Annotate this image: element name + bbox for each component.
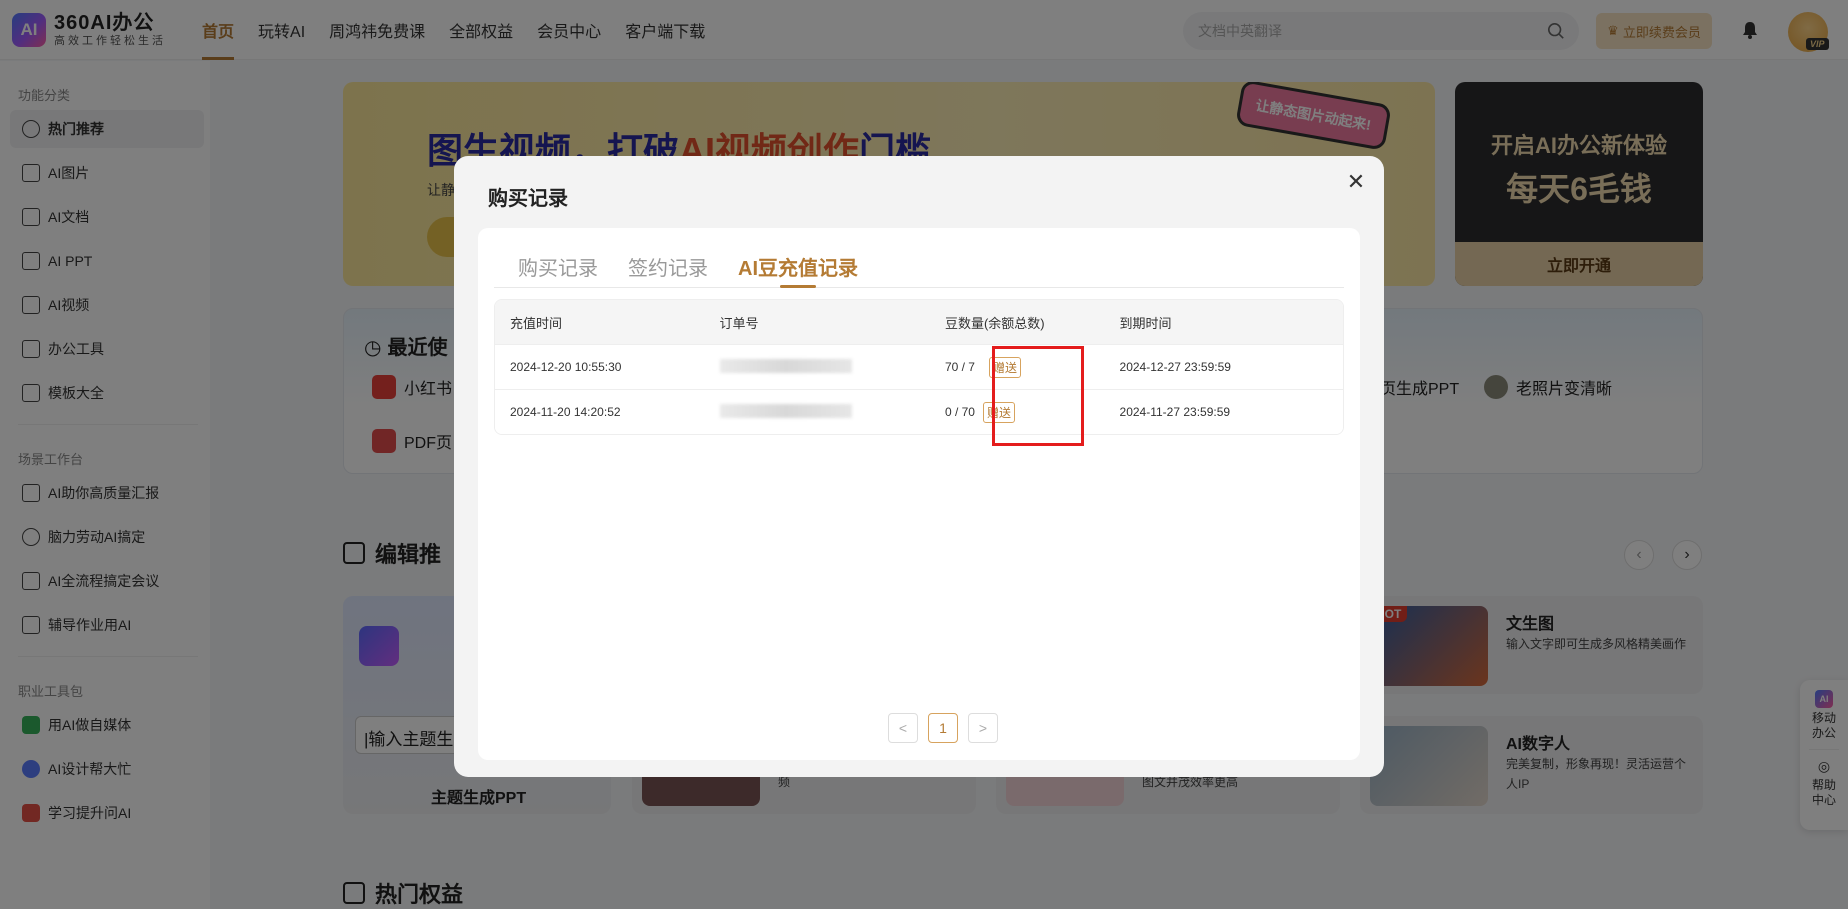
cell-amount: 70 / 7	[944, 360, 975, 374]
purchase-records-modal: 购买记录 ✕ 购买记录 签约记录 AI豆充值记录 充值时间 订单号 豆数量(余额…	[454, 156, 1384, 777]
record-tabs: 购买记录 签约记录 AI豆充值记录	[494, 228, 1344, 288]
tab-purchase-records[interactable]: 购买记录	[518, 252, 598, 287]
modal-title: 购买记录	[488, 188, 568, 210]
col-recharge-time: 充值时间	[510, 315, 563, 331]
cell-expire: 2024-11-27 23:59:59	[1119, 405, 1231, 419]
modal-body: 购买记录 签约记录 AI豆充值记录 充值时间 订单号 豆数量(余额总数) 到期时…	[478, 228, 1360, 760]
cell-order-blurred	[719, 403, 852, 418]
cell-expire: 2024-12-27 23:59:59	[1119, 360, 1231, 374]
pager-next-button[interactable]: >	[968, 713, 998, 743]
table-row: 2024-12-20 10:55:30 70 / 7 赠送 2024-12-27 …	[495, 344, 1343, 389]
col-bean-amount: 豆数量(余额总数)	[944, 315, 1045, 331]
cell-amount: 0 / 70	[944, 405, 975, 419]
pager-prev-button[interactable]: <	[888, 713, 918, 743]
cell-time: 2024-11-20 14:20:52	[510, 405, 621, 419]
pagination: < 1 >	[888, 713, 1008, 743]
table-header: 充值时间 订单号 豆数量(余额总数) 到期时间	[495, 300, 1343, 344]
tab-contract-records[interactable]: 签约记录	[628, 252, 708, 287]
table-row: 2024-11-20 14:20:52 0 / 70 赠送 2024-11-27 …	[495, 389, 1343, 434]
annotation-highlight-box	[992, 346, 1084, 446]
tab-ai-bean-records[interactable]: AI豆充值记录	[738, 252, 858, 288]
col-order-no: 订单号	[719, 315, 759, 331]
cell-time: 2024-12-20 10:55:30	[510, 360, 622, 374]
pager-page-1[interactable]: 1	[928, 713, 958, 743]
recharge-table: 充值时间 订单号 豆数量(余额总数) 到期时间 2024-12-20 10:55…	[494, 299, 1344, 435]
close-icon[interactable]: ✕	[1344, 169, 1368, 194]
cell-order-blurred	[719, 358, 852, 373]
col-expire-time: 到期时间	[1119, 315, 1172, 331]
